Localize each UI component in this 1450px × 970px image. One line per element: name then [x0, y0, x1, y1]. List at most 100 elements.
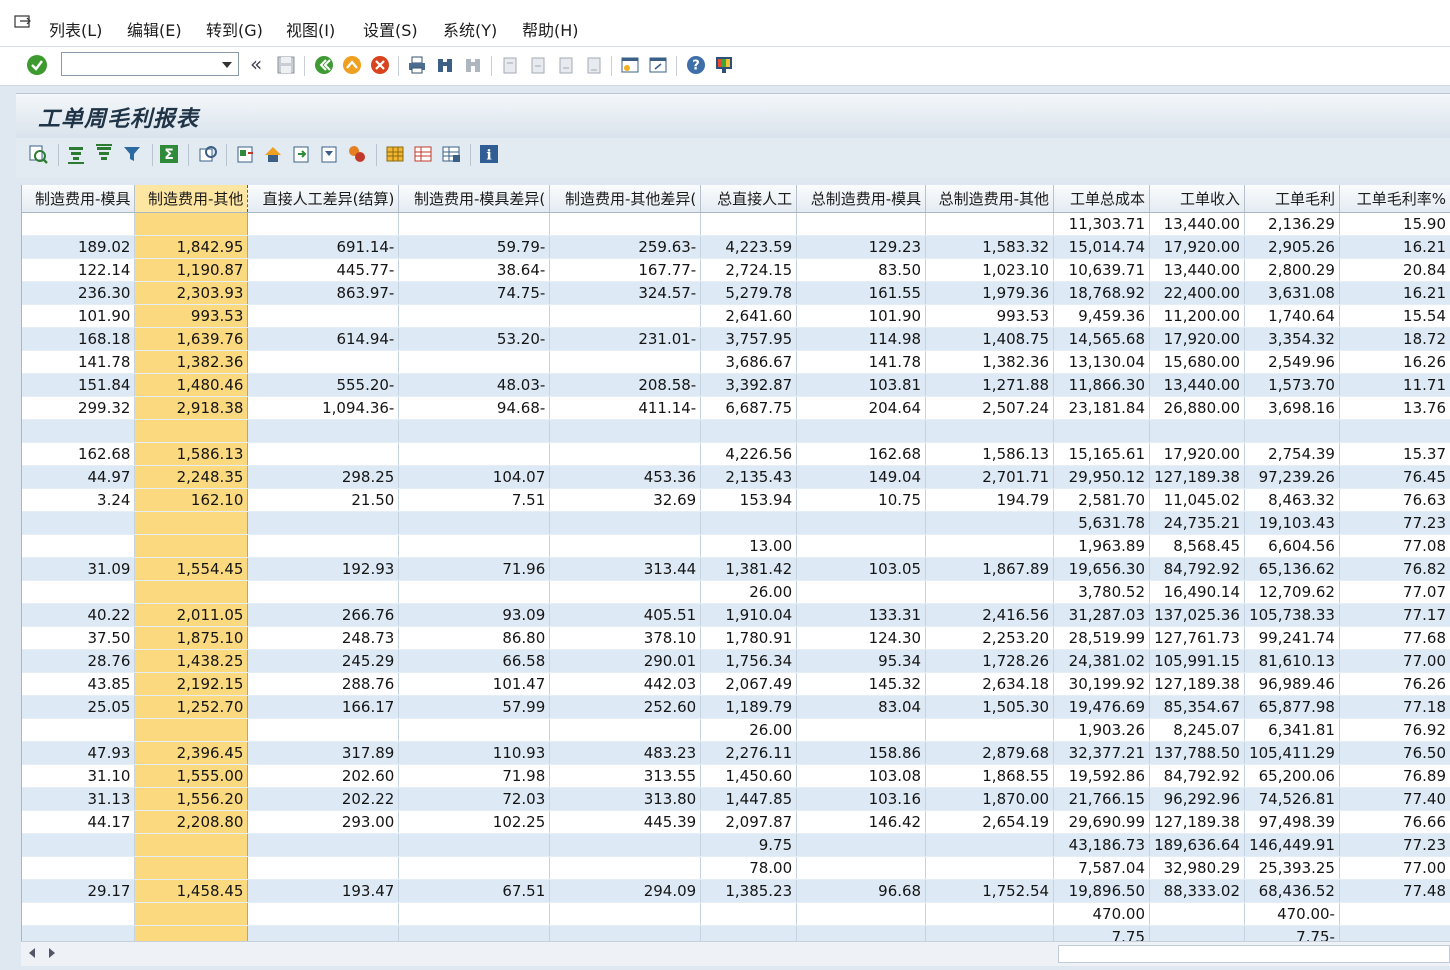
table-cell[interactable] [398, 419, 551, 443]
table-cell[interactable] [796, 511, 927, 535]
column-header[interactable]: 工单毛利率% [1339, 185, 1450, 213]
table-row[interactable]: 47.93 2,396.45 317.89 110.93 483.23 2,276.11 1… [22, 741, 1450, 765]
table-cell[interactable]: 863.97- [247, 281, 400, 305]
table-cell[interactable]: 4,223.59 [700, 235, 798, 259]
table-cell[interactable]: 76.26 [1339, 672, 1450, 696]
table-cell[interactable] [796, 856, 927, 880]
table-cell[interactable] [796, 419, 927, 443]
chevron-down-icon[interactable] [222, 62, 232, 68]
table-cell[interactable]: 1,555.00 [134, 764, 249, 788]
table-cell[interactable]: 10,639.71 [1053, 258, 1150, 282]
table-cell[interactable]: 2,097.87 [700, 810, 798, 834]
table-cell[interactable]: 12,709.62 [1244, 580, 1340, 604]
table-cell[interactable]: 95.34 [796, 649, 927, 673]
table-row[interactable]: 168.18 1,639.76 614.94- 53.20- 231.01- 3,757.… [22, 327, 1450, 351]
table-cell[interactable]: 1,979.36 [925, 281, 1055, 305]
table-cell[interactable] [796, 212, 927, 236]
table-cell[interactable] [247, 350, 400, 374]
table-cell[interactable]: 19,896.50 [1053, 879, 1150, 903]
table-cell[interactable]: 67.51 [398, 879, 551, 903]
table-cell[interactable]: 31.10 [22, 764, 136, 788]
table-row[interactable]: 470.00 470.00- [22, 902, 1450, 926]
table-cell[interactable]: 1,094.36- [247, 396, 400, 420]
table-cell[interactable] [1339, 925, 1450, 941]
table-cell[interactable] [549, 925, 702, 941]
table-cell[interactable]: 105,991.15 [1149, 649, 1245, 673]
table-cell[interactable]: 1,189.79 [700, 695, 798, 719]
table-cell[interactable] [925, 902, 1055, 926]
table-cell[interactable]: 77.23 [1339, 511, 1450, 535]
table-cell[interactable]: 3.24 [22, 488, 136, 512]
table-cell[interactable]: 259.63- [549, 235, 702, 259]
table-cell[interactable]: 162.10 [134, 488, 249, 512]
table-cell[interactable]: 161.55 [796, 281, 927, 305]
table-cell[interactable]: 13,440.00 [1149, 212, 1245, 236]
table-cell[interactable]: 290.01 [549, 649, 702, 673]
table-cell[interactable]: 288.76 [247, 672, 400, 696]
table-cell[interactable]: 2,634.18 [925, 672, 1055, 696]
table-cell[interactable]: 2,276.11 [700, 741, 798, 765]
table-cell[interactable] [134, 718, 249, 742]
table-cell[interactable] [247, 511, 400, 535]
table-cell[interactable]: 470.00- [1244, 902, 1340, 926]
table-cell[interactable]: 2,905.26 [1244, 235, 1340, 259]
table-cell[interactable] [398, 511, 551, 535]
table-cell[interactable]: 145.32 [796, 672, 927, 696]
table-cell[interactable]: 96,292.96 [1149, 787, 1245, 811]
table-cell[interactable]: 202.22 [247, 787, 400, 811]
table-cell[interactable]: 378.10 [549, 626, 702, 650]
table-row[interactable]: 5,631.78 24,735.21 19,103.43 77.23 [22, 511, 1450, 535]
table-cell[interactable] [247, 580, 400, 604]
table-cell[interactable]: 127,189.38 [1149, 810, 1245, 834]
table-cell[interactable] [549, 350, 702, 374]
column-header[interactable]: 总制造费用-模具 [796, 185, 927, 213]
table-cell[interactable]: 2,641.60 [700, 304, 798, 328]
table-cell[interactable]: 21.50 [247, 488, 400, 512]
table-cell[interactable]: 1,271.88 [925, 373, 1055, 397]
table-cell[interactable]: 22,400.00 [1149, 281, 1245, 305]
table-cell[interactable]: 442.03 [549, 672, 702, 696]
table-row[interactable]: 11,303.71 13,440.00 2,136.29 15.90 [22, 212, 1450, 236]
horizontal-scrollbar[interactable] [21, 941, 1450, 966]
table-cell[interactable]: 167.77- [549, 258, 702, 282]
table-cell[interactable]: 15.90 [1339, 212, 1450, 236]
table-cell[interactable]: 1,023.10 [925, 258, 1055, 282]
table-cell[interactable] [925, 718, 1055, 742]
table-cell[interactable] [549, 856, 702, 880]
select-layout-icon[interactable] [412, 143, 434, 165]
table-cell[interactable] [22, 419, 136, 443]
shortcut-icon[interactable] [647, 54, 669, 76]
first-page-icon[interactable] [499, 54, 521, 76]
table-cell[interactable]: 77.00 [1339, 856, 1450, 880]
table-cell[interactable] [247, 856, 400, 880]
table-cell[interactable]: 1,586.13 [925, 442, 1055, 466]
table-row[interactable]: 141.78 1,382.36 3,686.67 141.78 1,382.36 13,1… [22, 350, 1450, 374]
column-header[interactable]: 制造费用-模具差异( [398, 185, 551, 213]
table-cell[interactable]: 31.09 [22, 557, 136, 581]
table-cell[interactable] [247, 534, 400, 558]
table-cell[interactable]: 15,014.74 [1053, 235, 1150, 259]
table-cell[interactable] [925, 212, 1055, 236]
table-cell[interactable]: 3,698.16 [1244, 396, 1340, 420]
table-cell[interactable]: 53.20- [398, 327, 551, 351]
table-cell[interactable] [925, 856, 1055, 880]
table-cell[interactable] [134, 212, 249, 236]
table-row[interactable]: 13.00 1,963.89 8,568.45 6,604.56 77.08 [22, 534, 1450, 558]
table-cell[interactable]: 17,920.00 [1149, 442, 1245, 466]
table-cell[interactable]: 1,639.76 [134, 327, 249, 351]
table-cell[interactable]: 236.30 [22, 281, 136, 305]
table-cell[interactable]: 77.18 [1339, 695, 1450, 719]
table-cell[interactable]: 1,447.85 [700, 787, 798, 811]
command-input[interactable] [66, 54, 220, 76]
table-cell[interactable]: 103.81 [796, 373, 927, 397]
table-cell[interactable] [549, 833, 702, 857]
table-cell[interactable] [247, 442, 400, 466]
table-cell[interactable]: 83.50 [796, 258, 927, 282]
table-cell[interactable]: 101.47 [398, 672, 551, 696]
table-row[interactable]: 189.02 1,842.95 691.14- 59.79- 259.63- 4,223.… [22, 235, 1450, 259]
table-cell[interactable] [398, 833, 551, 857]
table-cell[interactable]: 29,950.12 [1053, 465, 1150, 489]
table-cell[interactable]: 76.45 [1339, 465, 1450, 489]
table-cell[interactable] [134, 511, 249, 535]
table-cell[interactable]: 81,610.13 [1244, 649, 1340, 673]
